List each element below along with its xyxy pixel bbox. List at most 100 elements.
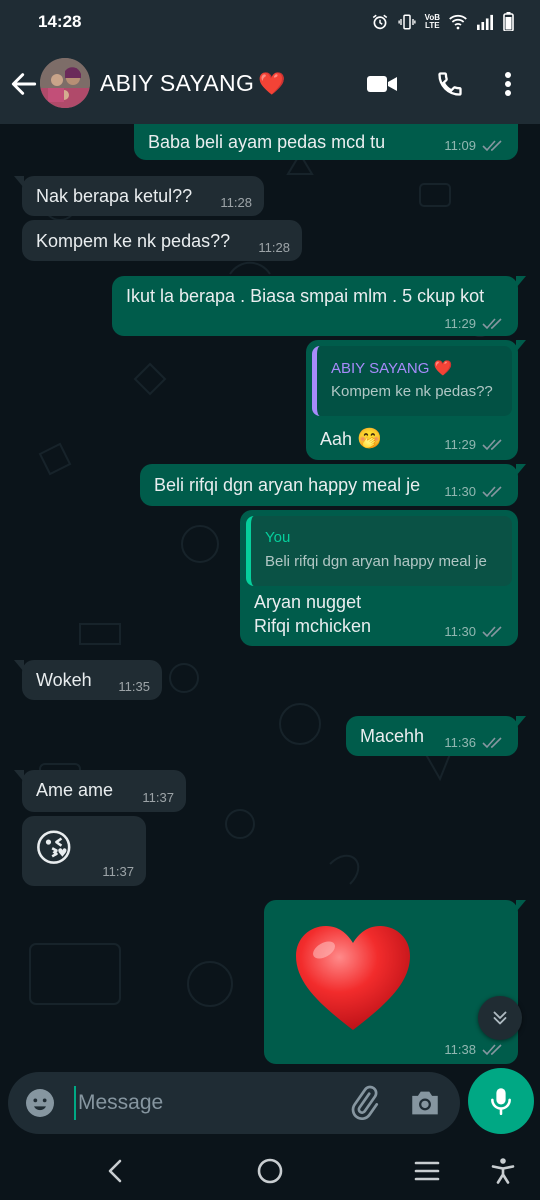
scroll-to-bottom-button[interactable] <box>478 996 522 1040</box>
quoted-author: ABIY SAYANG ❤️ <box>331 359 452 377</box>
chat-area[interactable]: Baba beli ayam pedas mcd tu 11:09 Nak be… <box>0 124 540 1070</box>
back-button[interactable] <box>8 68 40 100</box>
emoji-button[interactable] <box>24 1087 56 1119</box>
attach-button[interactable] <box>346 1085 382 1121</box>
more-options-button[interactable] <box>490 66 526 102</box>
message-bubble-outgoing-reply[interactable]: You Beli rifqi dgn aryan happy meal je A… <box>240 510 518 646</box>
message-bubble-incoming[interactable]: Nak berapa ketul?? 11:28 <box>14 176 264 216</box>
contact-name-text: ABIY SAYANG <box>100 70 255 96</box>
message-time: 11:28 <box>258 240 290 255</box>
message-time: 11:29 <box>444 316 476 331</box>
system-navigation-bar <box>0 1142 540 1200</box>
message-time: 11:36 <box>444 735 476 750</box>
quoted-text: Kompem ke nk pedas?? <box>331 383 493 400</box>
message-text: Kompem ke nk pedas?? <box>36 231 231 251</box>
message-text: Ikut la berapa . Biasa smpai mlm . 5 cku… <box>126 286 485 306</box>
message-input[interactable] <box>74 1086 324 1120</box>
volte-bottom-label: LTE <box>425 20 440 30</box>
message-line: Rifqi mchicken <box>254 616 372 636</box>
mic-icon <box>491 1088 511 1115</box>
back-arrow-icon <box>11 73 37 95</box>
nav-recents-button[interactable] <box>410 1154 444 1188</box>
message-text: Wokeh <box>36 670 92 690</box>
message-time: 11:38 <box>444 1042 476 1057</box>
quoted-message[interactable]: You Beli rifqi dgn aryan happy meal je <box>246 516 512 586</box>
vibrate-icon <box>398 14 416 29</box>
read-receipt-icon <box>482 626 502 638</box>
message-text: Aah 🤭 <box>320 426 382 451</box>
read-receipt-icon <box>482 1044 502 1056</box>
alarm-icon <box>372 14 387 29</box>
message-bubble-outgoing[interactable]: Macehh 11:36 <box>346 716 526 756</box>
quoted-message[interactable]: ABIY SAYANG ❤️ Kompem ke nk pedas?? <box>312 346 512 416</box>
battery-icon <box>503 12 514 31</box>
message-time: 11:35 <box>118 679 150 694</box>
read-receipt-icon <box>482 737 502 749</box>
double-chevron-down-icon <box>493 1011 507 1025</box>
volte-icon: VoB LTE <box>425 13 440 30</box>
quoted-text: Beli rifqi dgn aryan happy meal je <box>265 553 487 570</box>
camera-button[interactable] <box>408 1086 444 1122</box>
message-time: 11:29 <box>444 437 476 452</box>
quoted-author-text: ABIY SAYANG <box>331 360 430 377</box>
video-call-icon <box>367 76 397 92</box>
more-vert-icon <box>505 72 511 96</box>
large-heart-emoji <box>292 922 414 1039</box>
accessibility-icon <box>491 1158 515 1184</box>
camera-icon <box>412 1091 438 1115</box>
message-text-content: Aah <box>320 429 353 449</box>
message-bubble-outgoing[interactable]: Beli rifqi dgn aryan happy meal je 11:30 <box>140 464 526 506</box>
status-bar: 14:28 VoB LTE <box>0 0 540 46</box>
message-time: 11:28 <box>220 195 252 210</box>
nav-home-icon <box>257 1158 283 1184</box>
nav-recents-icon <box>414 1161 440 1181</box>
message-emoji: 🤭 <box>357 428 382 450</box>
read-receipt-icon <box>482 439 502 451</box>
message-emoji: 😘 <box>34 828 74 870</box>
nav-back-button[interactable] <box>98 1154 132 1188</box>
message-text: Ame ame <box>36 780 114 800</box>
message-bubble-outgoing-emoji[interactable]: 11:38 <box>264 900 526 1064</box>
read-receipt-icon <box>482 140 502 152</box>
message-bubble-incoming[interactable]: Kompem ke nk pedas?? 11:28 <box>22 220 302 261</box>
voice-call-button[interactable] <box>432 66 468 102</box>
emoji-icon <box>26 1089 54 1117</box>
message-bubble-incoming[interactable]: Wokeh 11:35 <box>14 660 162 700</box>
attach-icon <box>351 1085 379 1120</box>
message-text: Baba beli ayam pedas mcd tu <box>148 132 386 152</box>
quoted-author: You <box>265 529 291 546</box>
contact-name[interactable]: ABIY SAYANG ❤️ <box>100 70 286 97</box>
message-text: Beli rifqi dgn aryan happy meal je <box>154 475 421 495</box>
message-bubble-outgoing-reply[interactable]: ABIY SAYANG ❤️ Kompem ke nk pedas?? Aah … <box>306 340 526 460</box>
read-receipt-icon <box>482 486 502 498</box>
message-time: 11:30 <box>444 484 476 499</box>
nav-home-button[interactable] <box>253 1154 287 1188</box>
video-call-button[interactable] <box>364 66 400 102</box>
chat-header: ABIY SAYANG ❤️ <box>0 46 540 124</box>
contact-heart-emoji: ❤️ <box>258 71 286 96</box>
quoted-author-emoji: ❤️ <box>433 360 453 377</box>
message-bubble-outgoing[interactable]: Baba beli ayam pedas mcd tu 11:09 <box>134 124 518 160</box>
message-bubble-outgoing[interactable]: Ikut la berapa . Biasa smpai mlm . 5 cku… <box>112 276 526 336</box>
status-icons: VoB LTE <box>371 12 514 31</box>
read-receipt-icon <box>482 318 502 330</box>
accessibility-button[interactable] <box>486 1154 520 1188</box>
phone-icon <box>438 72 462 96</box>
message-bubble-incoming-emoji[interactable]: 😘 11:37 <box>22 816 146 886</box>
message-text: Nak berapa ketul?? <box>36 186 193 206</box>
signal-icon <box>477 14 493 30</box>
message-text: Macehh <box>360 726 425 746</box>
message-time: 11:30 <box>444 624 476 639</box>
status-time: 14:28 <box>38 12 82 31</box>
nav-back-icon <box>108 1159 122 1183</box>
composer-bar <box>0 1070 540 1136</box>
message-time: 11:37 <box>142 790 174 805</box>
message-input-container <box>8 1072 460 1134</box>
voice-record-button[interactable] <box>468 1068 534 1134</box>
message-time: 11:09 <box>444 138 476 153</box>
message-time: 11:37 <box>102 864 134 879</box>
contact-avatar[interactable] <box>40 58 90 108</box>
wifi-icon <box>449 14 467 29</box>
message-bubble-incoming[interactable]: Ame ame 11:37 <box>14 770 186 812</box>
message-line: Aryan nugget <box>254 592 362 612</box>
